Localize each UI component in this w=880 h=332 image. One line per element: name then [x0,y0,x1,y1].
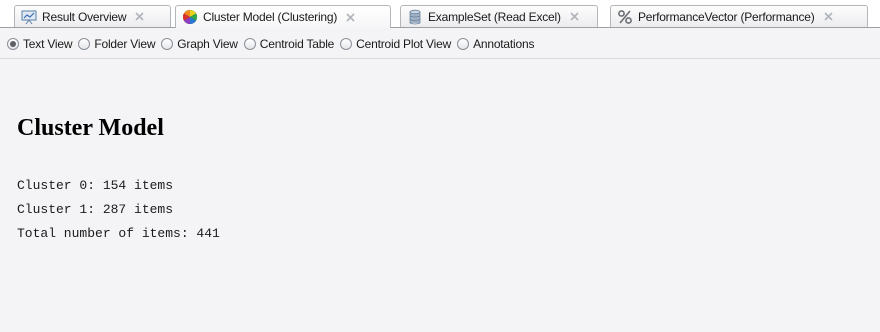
close-icon[interactable] [569,11,580,22]
tab-result-overview[interactable]: Result Overview [14,5,171,27]
view-option-label: Centroid Table [259,37,335,51]
radio-button[interactable] [457,38,470,50]
presentation-icon [21,10,37,24]
view-option-label: Centroid Plot View [356,37,452,51]
view-option-label: Graph View [177,37,238,51]
tab-label: Cluster Model (Clustering) [203,10,338,24]
radio-button[interactable] [340,38,353,50]
close-icon[interactable] [134,11,145,22]
percent-icon [618,9,632,24]
view-option-centroid-table[interactable]: Centroid Table [243,37,335,51]
close-icon[interactable] [823,11,834,22]
close-icon[interactable] [345,12,356,23]
radio-button[interactable] [161,38,174,50]
tab-performance-vector[interactable]: PerformanceVector (Performance) [610,5,868,27]
tab-label: PerformanceVector (Performance) [638,9,815,24]
cluster-model-icon [183,10,197,24]
view-selector: Text View Folder View Graph View Centroi… [0,30,880,58]
view-option-label: Annotations [473,37,535,51]
tab-exampleset[interactable]: ExampleSet (Read Excel) [400,5,598,27]
radio-button[interactable] [78,38,91,50]
cluster-summary: Cluster 0: 154 items Cluster 1: 287 item… [17,174,220,246]
tab-cluster-model[interactable]: Cluster Model (Clustering) [175,5,391,28]
page-title: Cluster Model [17,115,164,141]
radio-button[interactable] [243,38,256,50]
total-line: Total number of items: 441 [17,226,220,241]
tab-strip: Result Overview Cluster Model (Clusterin… [0,0,880,28]
database-icon [409,9,421,24]
tab-label: Result Overview [42,9,127,24]
text-view-content: Cluster Model Cluster 0: 154 items Clust… [0,59,880,332]
view-option-label: Folder View [94,37,156,51]
cluster-line: Cluster 0: 154 items [17,178,174,193]
tab-label: ExampleSet (Read Excel) [428,9,561,24]
view-option-graph[interactable]: Graph View [161,37,238,51]
view-option-text[interactable]: Text View [7,37,73,51]
cluster-line: Cluster 1: 287 items [17,202,174,217]
radio-button[interactable] [7,38,19,50]
view-option-label: Text View [23,37,73,51]
view-option-annotations[interactable]: Annotations [457,37,534,51]
view-option-centroid-plot[interactable]: Centroid Plot View [340,37,451,51]
view-option-folder[interactable]: Folder View [78,37,155,51]
tab-divider [0,27,880,28]
result-panel: Result Overview Cluster Model (Clusterin… [0,0,880,332]
